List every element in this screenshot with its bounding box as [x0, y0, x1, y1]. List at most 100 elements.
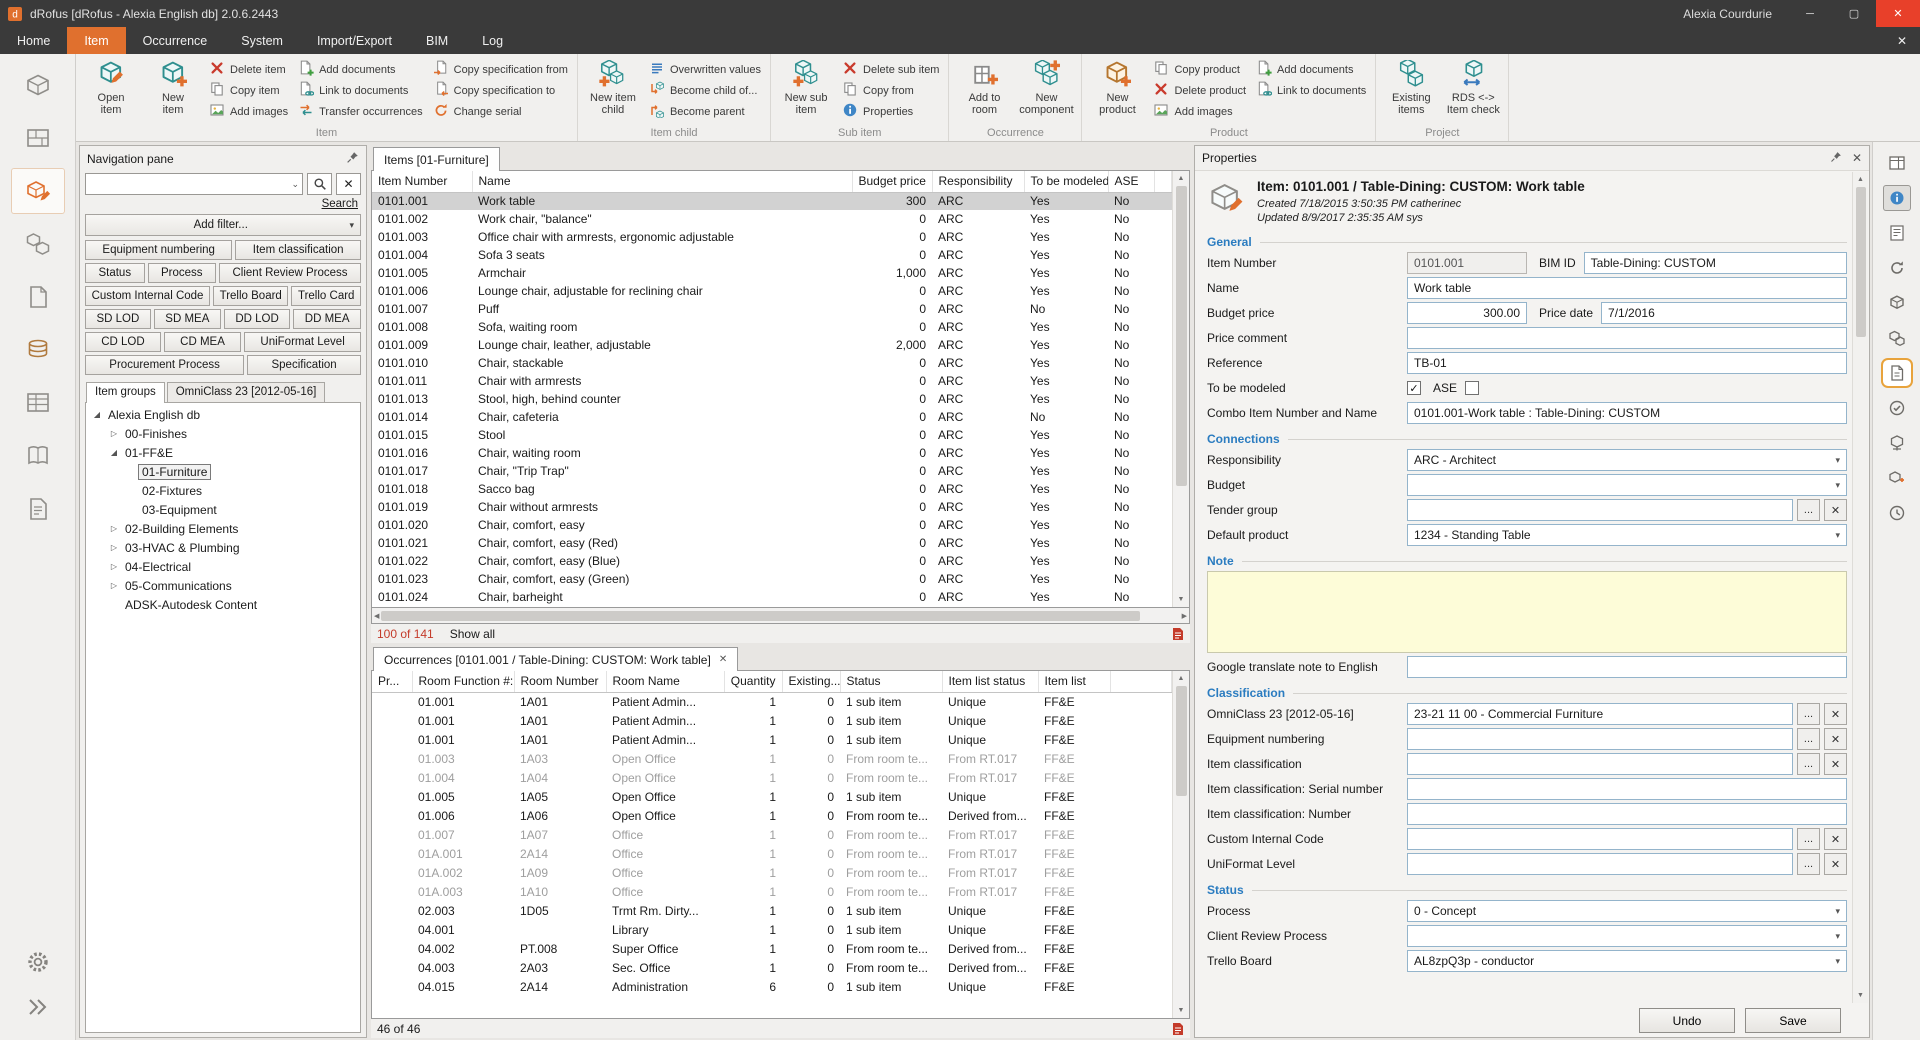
table-row[interactable]: 01A.0031A10Office10From room te...From R… [372, 882, 1172, 901]
filter-button-status[interactable]: Status [85, 263, 145, 283]
note-textarea[interactable] [1207, 571, 1847, 653]
panel-component-icon[interactable] [1883, 465, 1911, 491]
table-row[interactable]: 0101.003Office chair with armrests, ergo… [372, 228, 1172, 246]
table-row[interactable]: 0101.010Chair, stackable0ARCYesNo [372, 354, 1172, 372]
table-row[interactable]: 01.0051A05Open Office101 sub itemUniqueF… [372, 787, 1172, 806]
settings-gear-icon[interactable] [24, 948, 52, 979]
table-row[interactable]: 01.0071A07Office10From room te...From RT… [372, 825, 1172, 844]
column-header-room-number[interactable]: Room Number [514, 671, 606, 692]
tree-item-05-communications[interactable]: ▷05-Communications [86, 576, 360, 595]
tree-expander-icon[interactable]: ▷ [107, 562, 121, 571]
price-date-input[interactable]: 7/1/2016 [1601, 302, 1847, 324]
tree-expander-icon[interactable]: ◢ [90, 410, 104, 419]
maximize-button[interactable]: ▢ [1832, 0, 1876, 27]
filter-button-custom-internal-code[interactable]: Custom Internal Code [85, 286, 210, 306]
new-sub-item-button[interactable]: New subitem [775, 55, 837, 126]
ase-checkbox[interactable] [1465, 381, 1479, 395]
filter-button-cd-lod[interactable]: CD LOD [85, 332, 161, 352]
clear-button[interactable]: ✕ [1824, 828, 1847, 850]
table-row[interactable]: 0101.021Chair, comfort, easy (Red)0ARCYe… [372, 534, 1172, 552]
tree-expander-icon[interactable]: ▷ [107, 429, 121, 438]
browse-button[interactable]: ... [1797, 728, 1820, 750]
tab-items[interactable]: Items [01-Furniture] [373, 147, 500, 171]
table-row[interactable]: 01.0011A01Patient Admin...101 sub itemUn… [372, 692, 1172, 711]
copy-specification-from-button[interactable]: Copy specification from [428, 59, 573, 80]
tree-item-02-fixtures[interactable]: 02-Fixtures [86, 481, 360, 500]
column-header-quantity[interactable]: Quantity [724, 671, 782, 692]
table-row[interactable]: 0101.022Chair, comfort, easy (Blue)0ARCY… [372, 552, 1172, 570]
rds-item-check-button[interactable]: RDS <->Item check [1442, 55, 1504, 126]
link-to-documents-button[interactable]: Link to documents [293, 80, 428, 101]
process-select[interactable]: 0 - Concept▾ [1407, 900, 1847, 922]
copy-item-button[interactable]: Copy item [204, 80, 293, 101]
add-filter-dropdown[interactable]: Add filter... ▾ [85, 214, 361, 236]
panel-info-icon[interactable] [1883, 185, 1911, 211]
panel-log-icon[interactable] [1883, 500, 1911, 526]
close-button[interactable]: ✕ [1876, 0, 1920, 27]
to-be-modeled-checkbox[interactable]: ✓ [1407, 381, 1421, 395]
sidebar-module-finance-icon[interactable] [11, 327, 65, 373]
table-row[interactable]: 0101.024Chair, barheight0ARCYesNo [372, 588, 1172, 606]
budget-select[interactable]: ▾ [1407, 474, 1847, 496]
filter-button-sd-lod[interactable]: SD LOD [85, 309, 151, 329]
open-item-button[interactable]: Openitem [80, 55, 142, 126]
copy-product-button[interactable]: Copy product [1148, 59, 1251, 80]
add-documents-button[interactable]: Add documents [1251, 59, 1371, 80]
column-header-item-list[interactable]: Item list [1038, 671, 1110, 692]
report-icon[interactable] [1172, 627, 1184, 641]
add-images-button[interactable]: Add images [204, 101, 293, 122]
combo-item-number-and-name-input[interactable]: 0101.001-Work table : Table-Dining: CUST… [1407, 402, 1847, 424]
browse-button[interactable]: ... [1797, 499, 1820, 521]
filter-button-trello-board[interactable]: Trello Board [213, 286, 288, 306]
table-row[interactable]: 0101.015Stool0ARCYesNo [372, 426, 1172, 444]
omniclass-23-2012-05-16-input[interactable]: 23-21 11 00 - Commercial Furniture [1407, 703, 1793, 725]
table-row[interactable]: 0101.001Work table300ARCYesNo [372, 192, 1172, 210]
nav-tab-omniclass-23-2012-05-16[interactable]: OmniClass 23 [2012-05-16] [167, 382, 326, 402]
filter-button-cd-mea[interactable]: CD MEA [164, 332, 241, 352]
menu-tab-occurrence[interactable]: Occurrence [126, 27, 225, 54]
tender-group-input[interactable] [1407, 499, 1793, 521]
browse-button[interactable]: ... [1797, 703, 1820, 725]
table-row[interactable]: 0101.017Chair, "Trip Trap"0ARCYesNo [372, 462, 1172, 480]
filter-button-specification[interactable]: Specification [247, 355, 361, 375]
table-row[interactable]: 01.0011A01Patient Admin...101 sub itemUn… [372, 711, 1172, 730]
table-row[interactable]: 04.0032A03Sec. Office10From room te...De… [372, 958, 1172, 977]
reference-input[interactable]: TB-01 [1407, 352, 1847, 374]
table-row[interactable]: 04.001Library101 sub itemUniqueFF&E [372, 920, 1172, 939]
scroll-right-icon[interactable]: ▶ [1182, 608, 1187, 623]
close-panel-icon[interactable]: ✕ [1852, 151, 1862, 165]
clear-button[interactable]: ✕ [1824, 728, 1847, 750]
table-row[interactable]: 0101.005Armchair1,000ARCYesNo [372, 264, 1172, 282]
clear-button[interactable]: ✕ [1824, 499, 1847, 521]
menu-tab-item[interactable]: Item [67, 27, 125, 54]
items-vertical-scrollbar[interactable]: ▲ ▼ [1172, 171, 1189, 607]
table-row[interactable]: 01A.0012A14Office10From room te...From R… [372, 844, 1172, 863]
filter-button-equipment-numbering[interactable]: Equipment numbering [85, 240, 232, 260]
minimize-button[interactable]: ─ [1788, 0, 1832, 27]
filter-button-procurement-process[interactable]: Procurement Process [85, 355, 244, 375]
tree-expander-icon[interactable]: ◢ [107, 448, 121, 457]
menu-tab-import-export[interactable]: Import/Export [300, 27, 409, 54]
change-serial-button[interactable]: Change serial [428, 101, 573, 122]
pin-icon[interactable] [1830, 151, 1842, 166]
uniformat-level-input[interactable] [1407, 853, 1793, 875]
link-to-documents-button[interactable]: Link to documents [1251, 80, 1371, 101]
browse-button[interactable]: ... [1797, 828, 1820, 850]
default-product-select[interactable]: 1234 - Standing Table▾ [1407, 524, 1847, 546]
scroll-up-icon[interactable]: ▲ [1857, 172, 1864, 187]
filter-button-item-classification[interactable]: Item classification [235, 240, 361, 260]
column-header-pr[interactable]: Pr... [372, 671, 412, 692]
overwritten-values-button[interactable]: Overwritten values [644, 59, 766, 80]
add-images-button[interactable]: Add images [1148, 101, 1251, 122]
browse-button[interactable]: ... [1797, 753, 1820, 775]
panel-form-icon[interactable] [1883, 220, 1911, 246]
sidebar-module-documents-icon[interactable] [11, 274, 65, 320]
tree-expander-icon[interactable]: ▷ [107, 524, 121, 533]
transfer-occurrences-button[interactable]: Transfer occurrences [293, 101, 428, 122]
tree-expander-icon[interactable]: ▷ [107, 543, 121, 552]
table-row[interactable]: 04.0152A14Administration601 sub itemUniq… [372, 977, 1172, 996]
scroll-down-icon[interactable]: ▼ [1178, 1003, 1185, 1018]
undo-button[interactable]: Undo [1639, 1008, 1735, 1033]
panel-panel-layout-icon[interactable] [1883, 150, 1911, 176]
client-review-process-select[interactable]: ▾ [1407, 925, 1847, 947]
